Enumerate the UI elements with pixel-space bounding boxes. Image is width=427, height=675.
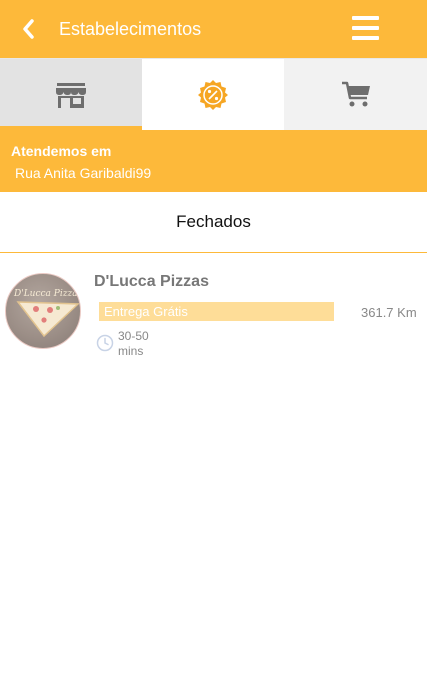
tab-stores[interactable] xyxy=(0,59,142,130)
pizza-logo-graphic: D'Lucca Pizzas xyxy=(13,289,80,338)
storefront-icon xyxy=(56,82,86,108)
menu-button[interactable] xyxy=(349,13,383,45)
delivery-text: Entrega Grátis xyxy=(104,304,188,319)
section-title: Fechados xyxy=(176,212,251,231)
hamburger-line xyxy=(352,36,379,40)
delivery-time: 30-50 mins xyxy=(118,329,162,359)
tab-bar xyxy=(0,58,427,130)
store-name: D'Lucca Pizzas xyxy=(94,273,209,290)
page-title: Estabelecimentos xyxy=(59,19,202,39)
shopping-cart-icon xyxy=(341,81,370,106)
store-list-item[interactable]: D'Lucca Pizzas D'Lucca Pizzas Entrega Gr… xyxy=(0,254,427,366)
tab-promotions[interactable] xyxy=(142,59,284,130)
delivery-time-unit: mins xyxy=(118,344,144,358)
store-logo-text: D'Lucca Pizzas xyxy=(13,289,80,299)
delivery-badge: Entrega Grátis xyxy=(99,302,334,321)
tab-cart[interactable] xyxy=(284,59,427,130)
service-area-address: Rua Anita Garibaldi99 xyxy=(15,165,152,181)
service-area-label: Atendemos em xyxy=(11,143,112,159)
delivery-time-range: 30-50 xyxy=(118,329,149,343)
service-area-banner: Atendemos em Rua Anita Garibaldi99 xyxy=(0,130,427,192)
hamburger-menu-icon xyxy=(352,16,379,20)
store-distance: 361.7 Km xyxy=(361,305,417,320)
clock-icon xyxy=(96,334,114,352)
store-logo: D'Lucca Pizzas xyxy=(5,273,81,349)
hamburger-line xyxy=(352,26,379,30)
app-bar: Estabelecimentos xyxy=(0,0,427,58)
section-header: Fechados xyxy=(0,192,427,253)
chevron-left-icon xyxy=(23,19,34,39)
back-button[interactable] xyxy=(14,14,44,44)
percent-badge-icon xyxy=(198,79,228,110)
